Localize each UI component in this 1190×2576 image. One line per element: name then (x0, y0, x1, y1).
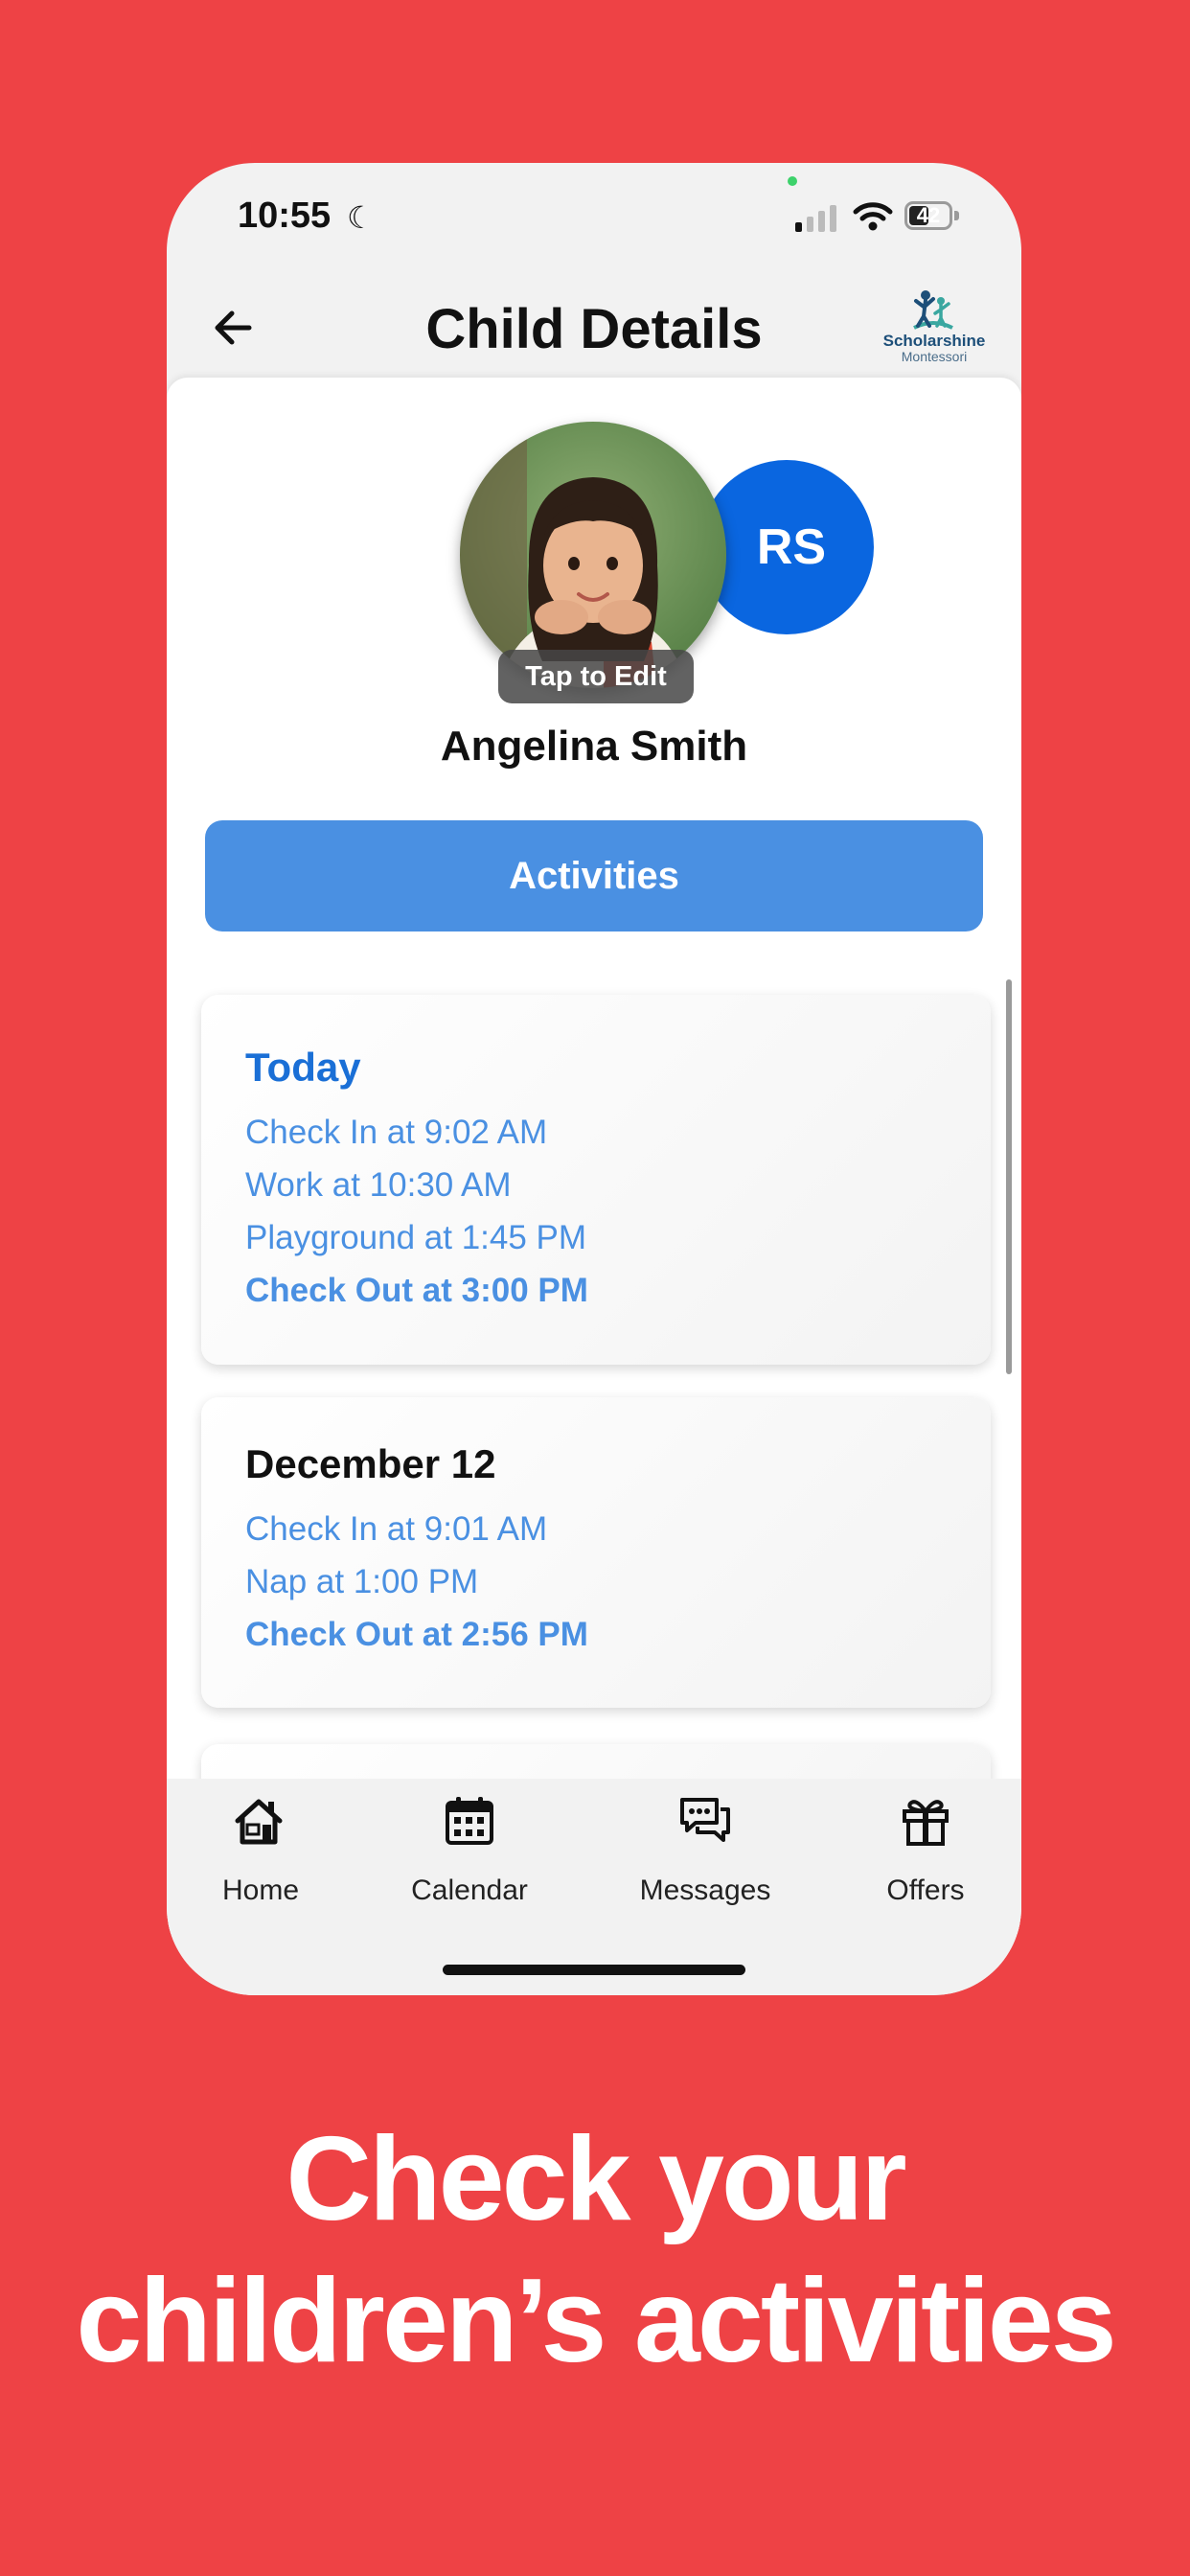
phone-frame: 10:55 ☾ 42 Child Details Scholarshine Mo… (167, 163, 1021, 1995)
tab-home[interactable]: Home (167, 1779, 355, 1913)
activities-button[interactable]: Activities (205, 820, 983, 932)
school-logo: Scholarshine Montessori (881, 286, 987, 372)
logo-name: Scholarshine (882, 332, 986, 350)
tab-messages[interactable]: Messages (609, 1779, 801, 1913)
signal-icon (795, 205, 836, 232)
activity-item: Check In at 9:01 AM (245, 1510, 548, 1548)
messages-icon (680, 1798, 730, 1842)
calendar-icon (446, 1797, 493, 1845)
activity-card-title: December 12 (245, 1441, 496, 1486)
home-indicator[interactable] (443, 1965, 745, 1975)
activity-item: Check Out at 2:56 PM (245, 1616, 588, 1653)
promo-headline-line-2: children’s activities (76, 2255, 1116, 2387)
gift-icon (903, 1800, 949, 1846)
battery-cap (954, 211, 959, 220)
battery-level: 42 (916, 203, 941, 227)
promo-headline-line-1: Check your (286, 2113, 906, 2245)
activity-item: Check In at 9:02 AM (245, 1114, 548, 1151)
scrollbar[interactable] (1006, 979, 1012, 1374)
status-bar: 10:55 ☾ 42 (167, 163, 1021, 278)
activity-card-december-12[interactable]: December 12 Check In at 9:01 AM Nap at 1… (201, 1397, 991, 1708)
status-time: 10:55 (238, 196, 332, 236)
activity-card-title: Today (245, 1045, 361, 1090)
tap-to-edit-label[interactable]: Tap to Edit (498, 650, 694, 703)
wifi-icon (853, 202, 893, 231)
tab-calendar[interactable]: Calendar (374, 1779, 565, 1913)
home-icon (235, 1799, 283, 1845)
moon-icon: ☾ (347, 200, 375, 235)
logo-subtitle: Montessori (901, 349, 968, 364)
tab-home-label: Home (221, 1874, 300, 1906)
tab-calendar-label: Calendar (411, 1874, 528, 1906)
navigation-bar: Child Details Scholarshine Montessori (167, 278, 1021, 383)
activity-item: Work at 10:30 AM (245, 1166, 512, 1204)
child-portrait-image (460, 422, 726, 688)
school-logo-figures-icon (913, 290, 953, 330)
camera-indicator-dot (788, 176, 797, 186)
tab-offers[interactable]: Offers (830, 1779, 1021, 1913)
child-name: Angelina Smith (440, 723, 748, 770)
promo-headline: Check your children’s activities (0, 2108, 1190, 2392)
battery-icon: 42 (904, 201, 952, 230)
tab-bar: Home Calendar Messages Offers (167, 1779, 1021, 1995)
tab-messages-label: Messages (639, 1874, 771, 1906)
activity-item: Check Out at 3:00 PM (245, 1272, 588, 1309)
child-details-card: RS Tap to Edit Angelina Smith Activities… (167, 378, 1021, 1934)
child-photo[interactable] (460, 422, 726, 688)
activity-item: Playground at 1:45 PM (245, 1219, 587, 1256)
activity-item: Nap at 1:00 PM (245, 1563, 479, 1600)
activity-card-today[interactable]: Today Check In at 9:02 AM Work at 10:30 … (201, 995, 991, 1365)
tab-offers-label: Offers (886, 1874, 965, 1906)
